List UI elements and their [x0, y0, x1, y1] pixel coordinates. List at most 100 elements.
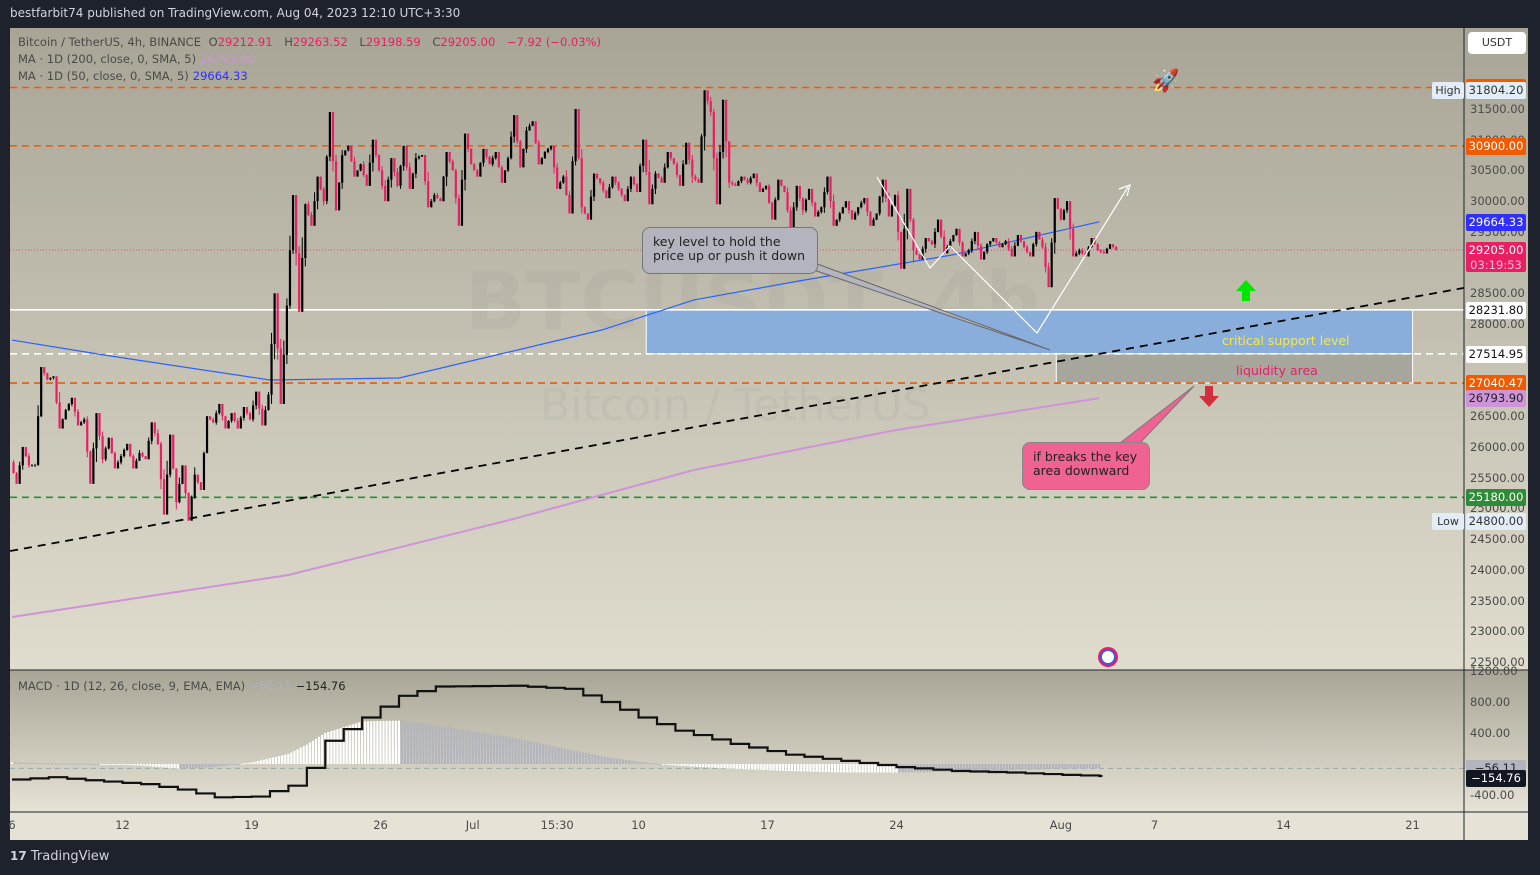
candle-body	[98, 413, 101, 437]
candle-body	[731, 182, 734, 185]
candle	[123, 448, 126, 458]
macd-histogram-bar	[465, 730, 468, 764]
candle	[639, 163, 642, 192]
candle	[571, 156, 574, 214]
candle-body	[930, 241, 933, 245]
macd-histogram-bar	[735, 764, 738, 769]
macd-histogram-bar	[695, 764, 698, 767]
ma50-legend[interactable]: MA · 1D (50, close, 0, SMA, 5) 29664.33	[18, 69, 252, 83]
candle-body	[798, 185, 801, 199]
candle	[651, 184, 654, 205]
candle-body	[248, 413, 252, 420]
macd-histogram-bar	[216, 764, 219, 767]
candle	[473, 163, 476, 171]
currency-button[interactable]: USDT	[1468, 32, 1526, 54]
macd-histogram-bar	[901, 764, 904, 773]
macd-histogram-bar	[987, 764, 990, 771]
candle-body	[110, 437, 113, 454]
macd-histogram-bar	[683, 764, 686, 767]
candle	[961, 241, 964, 257]
macd-histogram-bar	[173, 764, 176, 769]
candle-body	[900, 231, 903, 269]
candle	[746, 177, 749, 185]
macd-histogram-bar	[53, 763, 56, 765]
low-price-badge: 24800.00	[1466, 512, 1526, 530]
candle	[789, 206, 792, 229]
price-tick-label: 30500.00	[1470, 163, 1525, 178]
macd-legend[interactable]: MACD · 1D (12, 26, close, 9, EMA, EMA) −5…	[18, 679, 350, 693]
macd-histogram-bar	[661, 764, 665, 765]
chart-canvas: 🚀	[9, 28, 1528, 840]
bar-countdown: 03:19:53	[1470, 258, 1522, 272]
ma200-legend[interactable]: MA · 1D (200, close, 0, SMA, 5) 26793.90	[18, 52, 259, 66]
candle-body	[104, 448, 107, 460]
candle	[706, 90, 709, 105]
candle	[282, 340, 285, 404]
candle	[1056, 198, 1059, 209]
macd-histogram-bar	[388, 720, 391, 764]
candle	[147, 437, 150, 460]
macd-histogram-bar	[1070, 764, 1073, 769]
candle	[424, 155, 427, 186]
candle	[682, 160, 685, 186]
macd-histogram-bar	[195, 764, 198, 768]
candle-body	[338, 182, 341, 211]
candle	[384, 179, 387, 202]
candle-body	[709, 101, 712, 113]
candle-body	[347, 145, 350, 151]
level-price-badge: 28231.80	[1466, 301, 1526, 319]
candle	[172, 434, 175, 470]
macd-histogram-bar	[41, 763, 44, 765]
candle-body	[295, 195, 298, 254]
macd-histogram-bar	[311, 740, 314, 764]
candle	[623, 194, 626, 202]
candle	[534, 121, 537, 145]
candle	[731, 180, 734, 186]
candle	[906, 188, 909, 240]
macd-histogram-bar	[812, 764, 815, 772]
macd-histogram-bar	[898, 764, 901, 773]
macd-histogram-bar	[419, 723, 422, 764]
macd-histogram-bar	[81, 763, 84, 765]
candle-body	[482, 148, 485, 163]
candle	[786, 187, 789, 213]
breaks-callout[interactable]: if breaks the key area downward	[1022, 442, 1150, 490]
macd-histogram-bar	[235, 764, 238, 765]
candle	[669, 152, 672, 161]
candle	[181, 465, 184, 485]
ma-price-badge: 29664.33	[1466, 213, 1526, 231]
symbol-title[interactable]: Bitcoin / TetherUS, 4h, BINANCE	[18, 35, 201, 49]
candle-body	[215, 413, 218, 423]
macd-histogram-bar	[1079, 764, 1082, 769]
candle	[344, 150, 347, 157]
candle-body	[605, 190, 608, 199]
candle	[596, 173, 599, 180]
candle	[863, 198, 866, 205]
candle-body	[58, 402, 61, 429]
candle-body	[826, 176, 829, 192]
macd-histogram-bar	[677, 764, 680, 766]
macd-histogram-bar	[437, 725, 440, 764]
candle-body	[12, 462, 15, 474]
ma200-value: 26793.90	[200, 52, 255, 66]
candle-body	[427, 181, 430, 208]
candle-body	[451, 161, 454, 171]
candle-body	[467, 133, 470, 149]
macd-histogram-bar	[47, 763, 50, 765]
candle-body	[334, 161, 338, 211]
macd-histogram-bar	[990, 764, 993, 771]
macd-histogram-bar	[849, 764, 852, 773]
macd-histogram-bar	[496, 734, 499, 764]
tradingview-logo[interactable]: 𝟭𝟳 TradingView	[10, 849, 109, 864]
time-tick-label: 17	[760, 818, 775, 832]
macd-histogram-bar	[431, 724, 434, 764]
candle-body	[30, 465, 34, 467]
key-level-callout[interactable]: key level to hold the price up or push i…	[642, 227, 818, 274]
candle-body	[685, 142, 688, 165]
candle	[460, 170, 464, 226]
candle-body	[1053, 198, 1056, 243]
macd-histogram-bar	[367, 721, 370, 764]
candle	[721, 99, 725, 159]
candle-body	[510, 136, 513, 159]
candle	[983, 251, 986, 260]
